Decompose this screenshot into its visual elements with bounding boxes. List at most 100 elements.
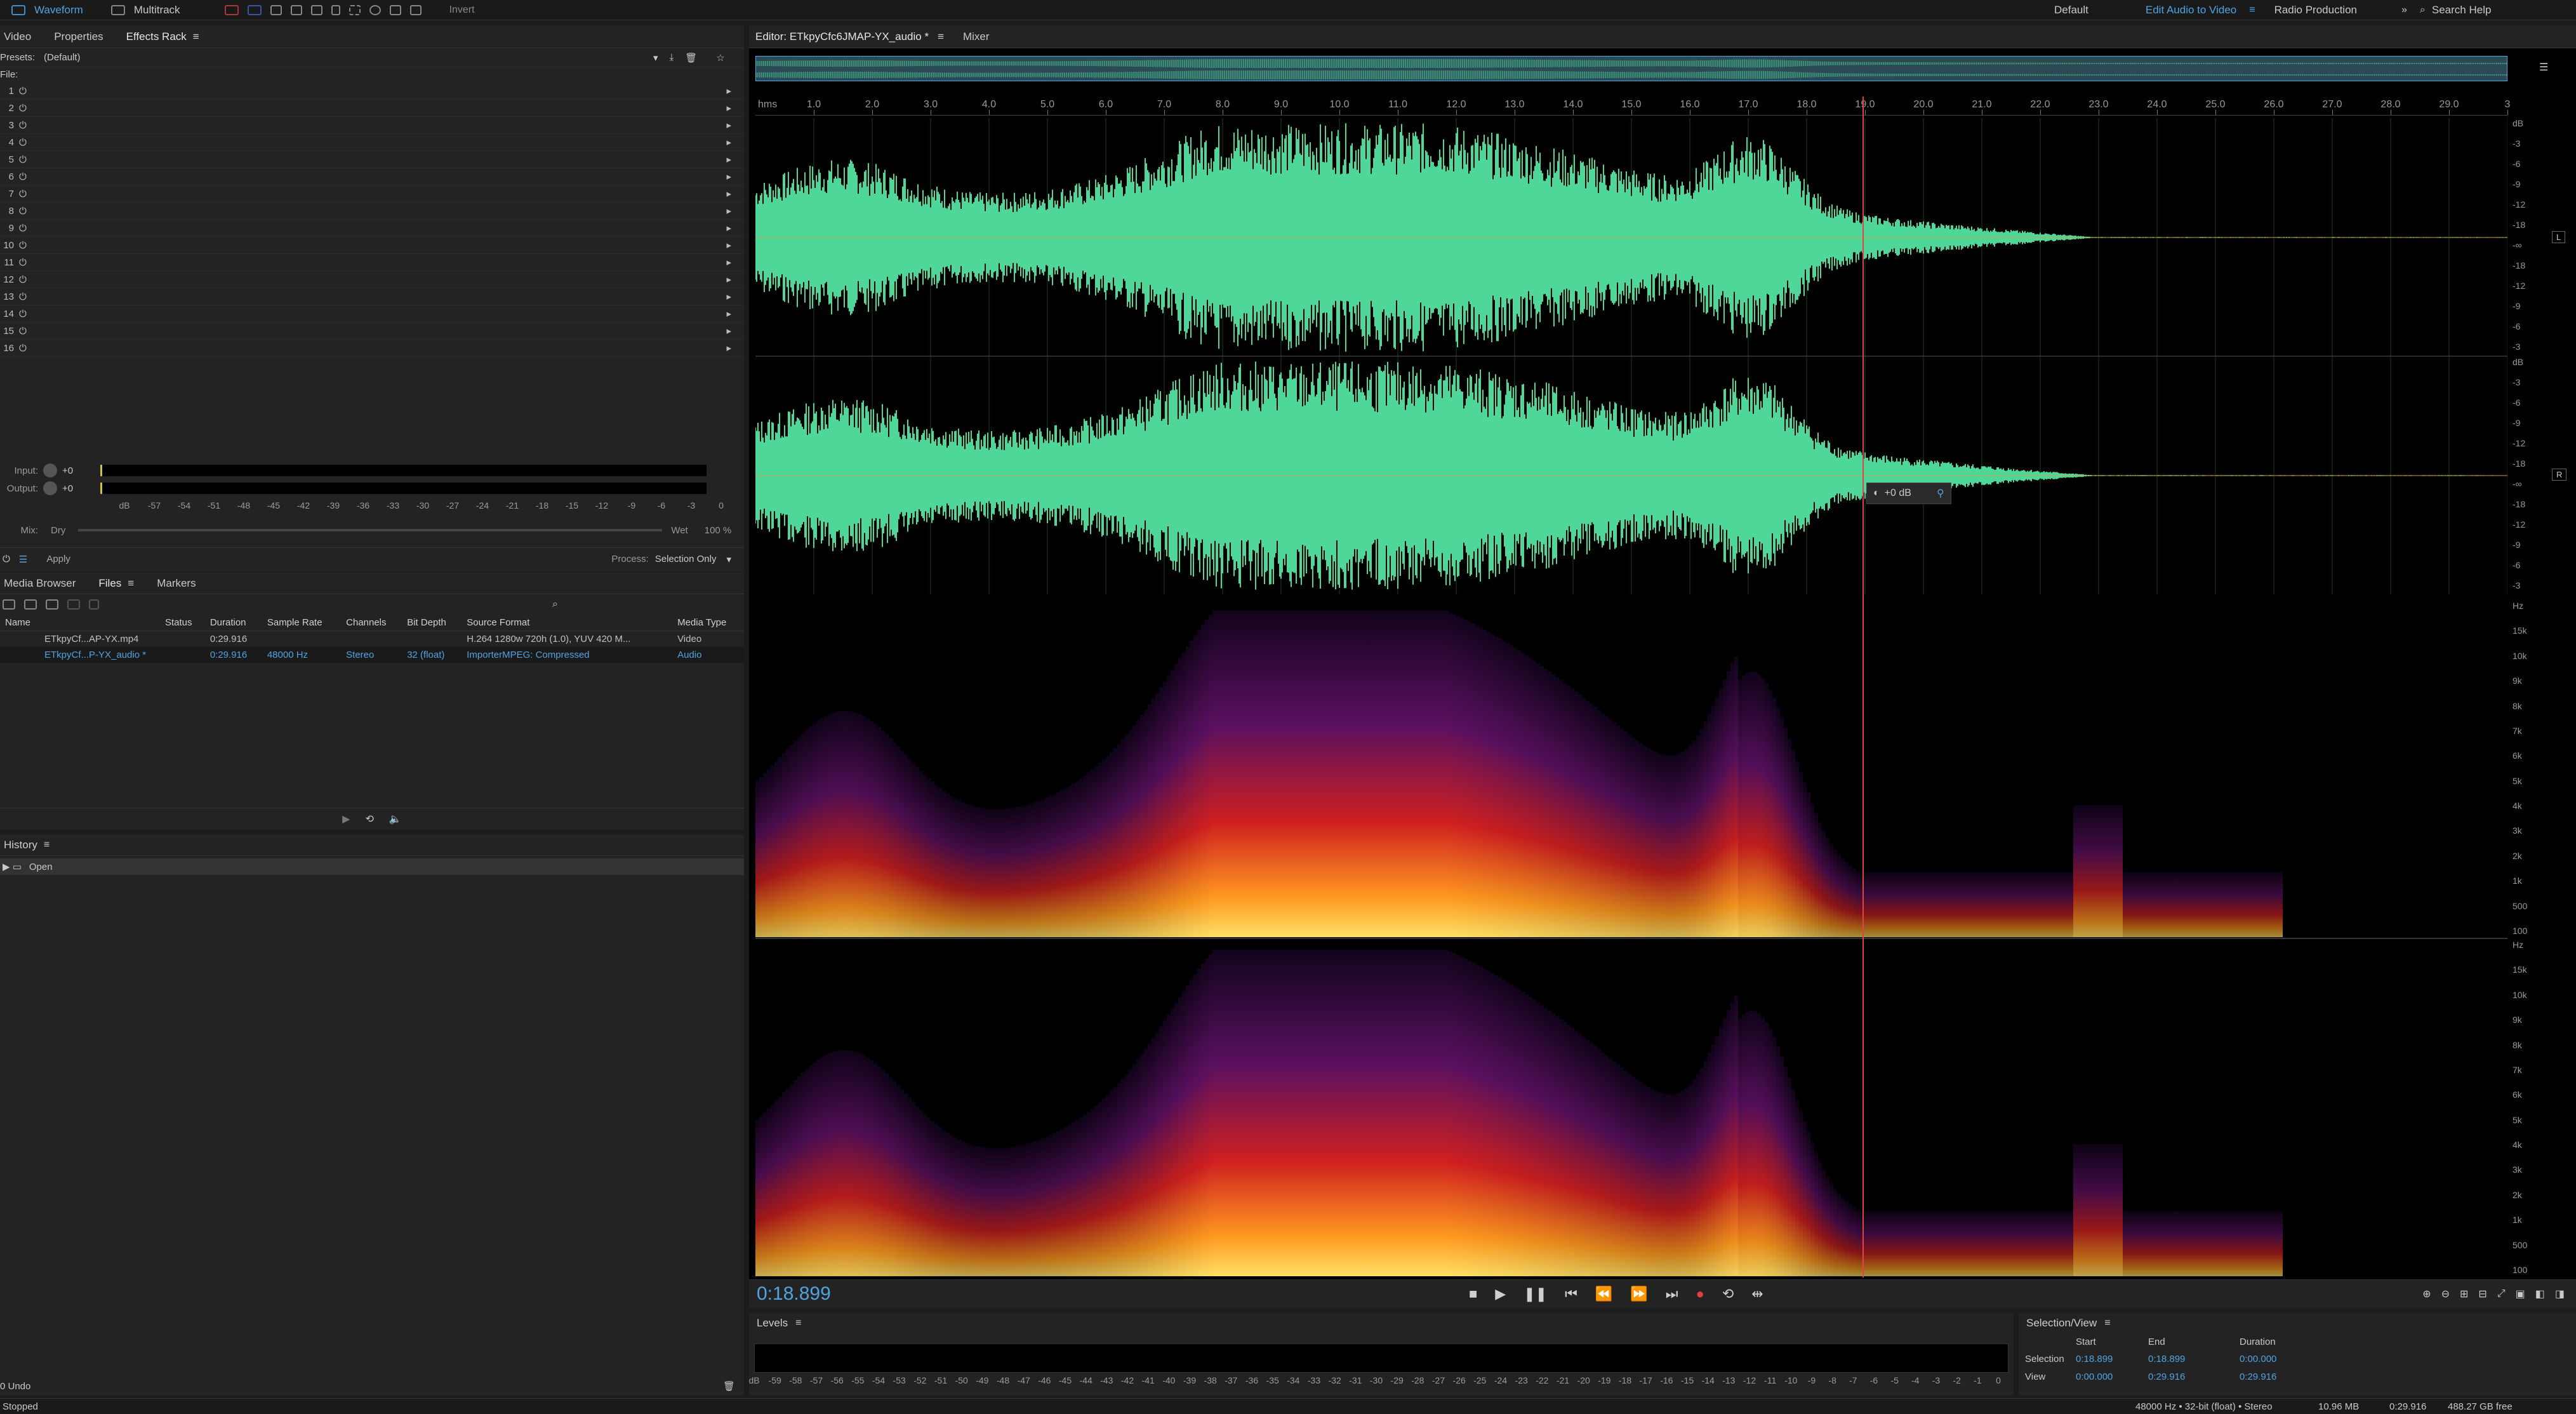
slot-power-icon[interactable]: ⏻ [19,120,27,131]
slot-arrow-icon[interactable]: ▸ [726,291,731,302]
zoom-in-time-icon[interactable]: ⊞ [2460,1288,2468,1300]
col-channels[interactable]: Channels [341,615,402,631]
spectral-view[interactable] [755,601,2507,1277]
slot-arrow-icon[interactable]: ▸ [726,205,731,217]
effect-slot[interactable]: 7 ⏻ ▸ [0,185,744,203]
zoom-out-amplitude-icon[interactable]: ⊖ [2441,1288,2450,1300]
power-icon[interactable]: ⏻ [3,554,10,564]
effect-slot[interactable]: 16 ⏻ ▸ [0,340,744,357]
selection-view-menu-icon[interactable]: ≡ [2104,1317,2110,1329]
view-duration[interactable]: 0:29.916 [2240,1371,2276,1382]
effect-slot[interactable]: 14 ⏻ ▸ [0,305,744,323]
col-duration[interactable]: Duration [205,615,262,631]
loop-playback-button[interactable]: ⟲ [1722,1286,1734,1302]
history-delete-icon[interactable]: 🗑 [723,1380,735,1392]
insert-into-multitrack-icon[interactable] [67,599,80,610]
workspace-menu-icon[interactable]: ≡ [2249,4,2255,16]
slot-arrow-icon[interactable]: ▸ [726,119,731,131]
slip-tool-icon[interactable] [310,4,322,15]
col-name[interactable]: Name [0,615,160,631]
slot-arrow-icon[interactable]: ▸ [726,85,731,97]
spot-healing-tool-icon[interactable] [409,4,422,15]
stop-button[interactable]: ■ [1469,1286,1477,1302]
tab-mixer[interactable]: Mixer [963,30,990,43]
slot-arrow-icon[interactable]: ▸ [726,274,731,285]
marquee-tool-icon[interactable] [349,4,361,15]
workspace-default[interactable]: Default [2054,4,2088,17]
slot-power-icon[interactable]: ⏻ [19,291,27,302]
col-media-type[interactable]: Media Type [672,615,744,631]
play-button[interactable]: ▶ [1495,1286,1506,1302]
hud-pin-icon[interactable]: ⚲ [1937,487,1944,500]
tab-video[interactable]: Video [4,30,31,43]
slot-power-icon[interactable]: ⏻ [19,343,27,354]
hud-gain-control[interactable]: ◐ +0 dB ⚲ [1866,483,1951,504]
effect-slot[interactable]: 4 ⏻ ▸ [0,134,744,151]
zoom-in-right-icon[interactable]: ◨ [2555,1288,2565,1300]
output-gain[interactable]: +0 [62,483,100,494]
open-file-icon[interactable] [3,599,15,610]
effect-slot[interactable]: 9 ⏻ ▸ [0,220,744,237]
waveform-view[interactable] [755,118,2508,594]
slot-power-icon[interactable]: ⏻ [19,86,27,97]
slot-power-icon[interactable]: ⏻ [19,309,27,319]
levels-menu-icon[interactable]: ≡ [795,1317,801,1329]
brush-tool-icon[interactable] [389,4,401,15]
tab-markers[interactable]: Markers [157,577,196,590]
table-row[interactable]: ETkpyCf...P-YX_audio * 0:29.916 48000 Hz… [0,647,744,663]
slot-power-icon[interactable]: ⏻ [19,274,27,285]
zoom-scroll-icon[interactable]: ☰ [2539,61,2548,74]
slot-arrow-icon[interactable]: ▸ [726,154,731,165]
tab-editor[interactable]: Editor: ETkpyCfc6JMAP-YX_audio * [755,30,929,43]
slot-arrow-icon[interactable]: ▸ [726,325,731,337]
list-icon[interactable]: ☰ [19,554,27,565]
close-file-icon[interactable] [89,599,99,610]
rewind-button[interactable]: ⏪ [1595,1286,1612,1302]
slot-power-icon[interactable]: ⏻ [19,206,27,217]
zoom-out-time-icon[interactable]: ⊟ [2478,1288,2486,1300]
favorite-star-icon[interactable]: ☆ [716,52,724,63]
panel-menu-icon[interactable]: ≡ [193,30,199,43]
output-knob-icon[interactable] [43,481,57,495]
delete-preset-icon[interactable]: 🗑 [685,52,697,63]
process-select[interactable]: Selection Only [655,554,717,564]
slot-arrow-icon[interactable]: ▸ [726,239,731,251]
play-file-icon[interactable]: ▶ [342,813,350,825]
history-menu-icon[interactable]: ≡ [44,839,50,851]
slot-arrow-icon[interactable]: ▸ [726,222,731,234]
presets-select[interactable]: (Default) [44,52,653,63]
effect-slot[interactable]: 15 ⏻ ▸ [0,323,744,340]
zoom-selection-icon[interactable]: ▣ [2516,1288,2525,1300]
effect-slot[interactable]: 3 ⏻ ▸ [0,117,744,134]
channel-r-toggle[interactable]: R [2552,469,2567,481]
slot-power-icon[interactable]: ⏻ [19,171,27,182]
slot-arrow-icon[interactable]: ▸ [726,102,731,114]
workspace-edit-audio-to-video[interactable]: Edit Audio to Video [2146,4,2236,17]
input-gain[interactable]: +0 [62,465,100,476]
spectral-display-icon[interactable] [224,4,239,15]
effect-slot[interactable]: 13 ⏻ ▸ [0,288,744,305]
slot-arrow-icon[interactable]: ▸ [726,188,731,199]
slot-power-icon[interactable]: ⏻ [19,326,27,337]
mix-slider[interactable] [78,529,663,531]
zoom-out-full-icon[interactable]: ⤢ [2497,1288,2506,1300]
view-start[interactable]: 0:00.000 [2076,1371,2148,1382]
timeline-ruler[interactable]: hms 1.0 2.0 3.0 4.0 5.0 6.0 7.0 8.0 9.0 10.0 11.0 12… [755,97,2510,116]
input-knob-icon[interactable] [43,464,57,477]
slot-power-icon[interactable]: ⏻ [19,257,27,268]
tab-properties[interactable]: Properties [54,30,103,43]
effect-slot[interactable]: 12 ⏻ ▸ [0,271,744,288]
table-row[interactable]: ETkpyCf...AP-YX.mp4 0:29.916 H.264 1280w… [0,631,744,648]
editor-menu-icon[interactable]: ≡ [938,30,944,43]
slot-power-icon[interactable]: ⏻ [19,154,27,165]
slot-power-icon[interactable]: ⏻ [19,103,27,114]
invert-button[interactable]: Invert [449,4,475,16]
history-item[interactable]: ▶ ▭ Open [0,858,744,875]
move-to-previous-button[interactable]: ⏮ [1565,1286,1577,1302]
effect-slot[interactable]: 8 ⏻ ▸ [0,203,744,220]
record-button[interactable]: ● [1696,1286,1704,1302]
effect-slot[interactable]: 10 ⏻ ▸ [0,237,744,254]
save-preset-icon[interactable]: ⤓ [670,52,674,63]
zoom-in-amplitude-icon[interactable]: ⊕ [2422,1288,2431,1300]
slot-arrow-icon[interactable]: ▸ [726,308,731,319]
